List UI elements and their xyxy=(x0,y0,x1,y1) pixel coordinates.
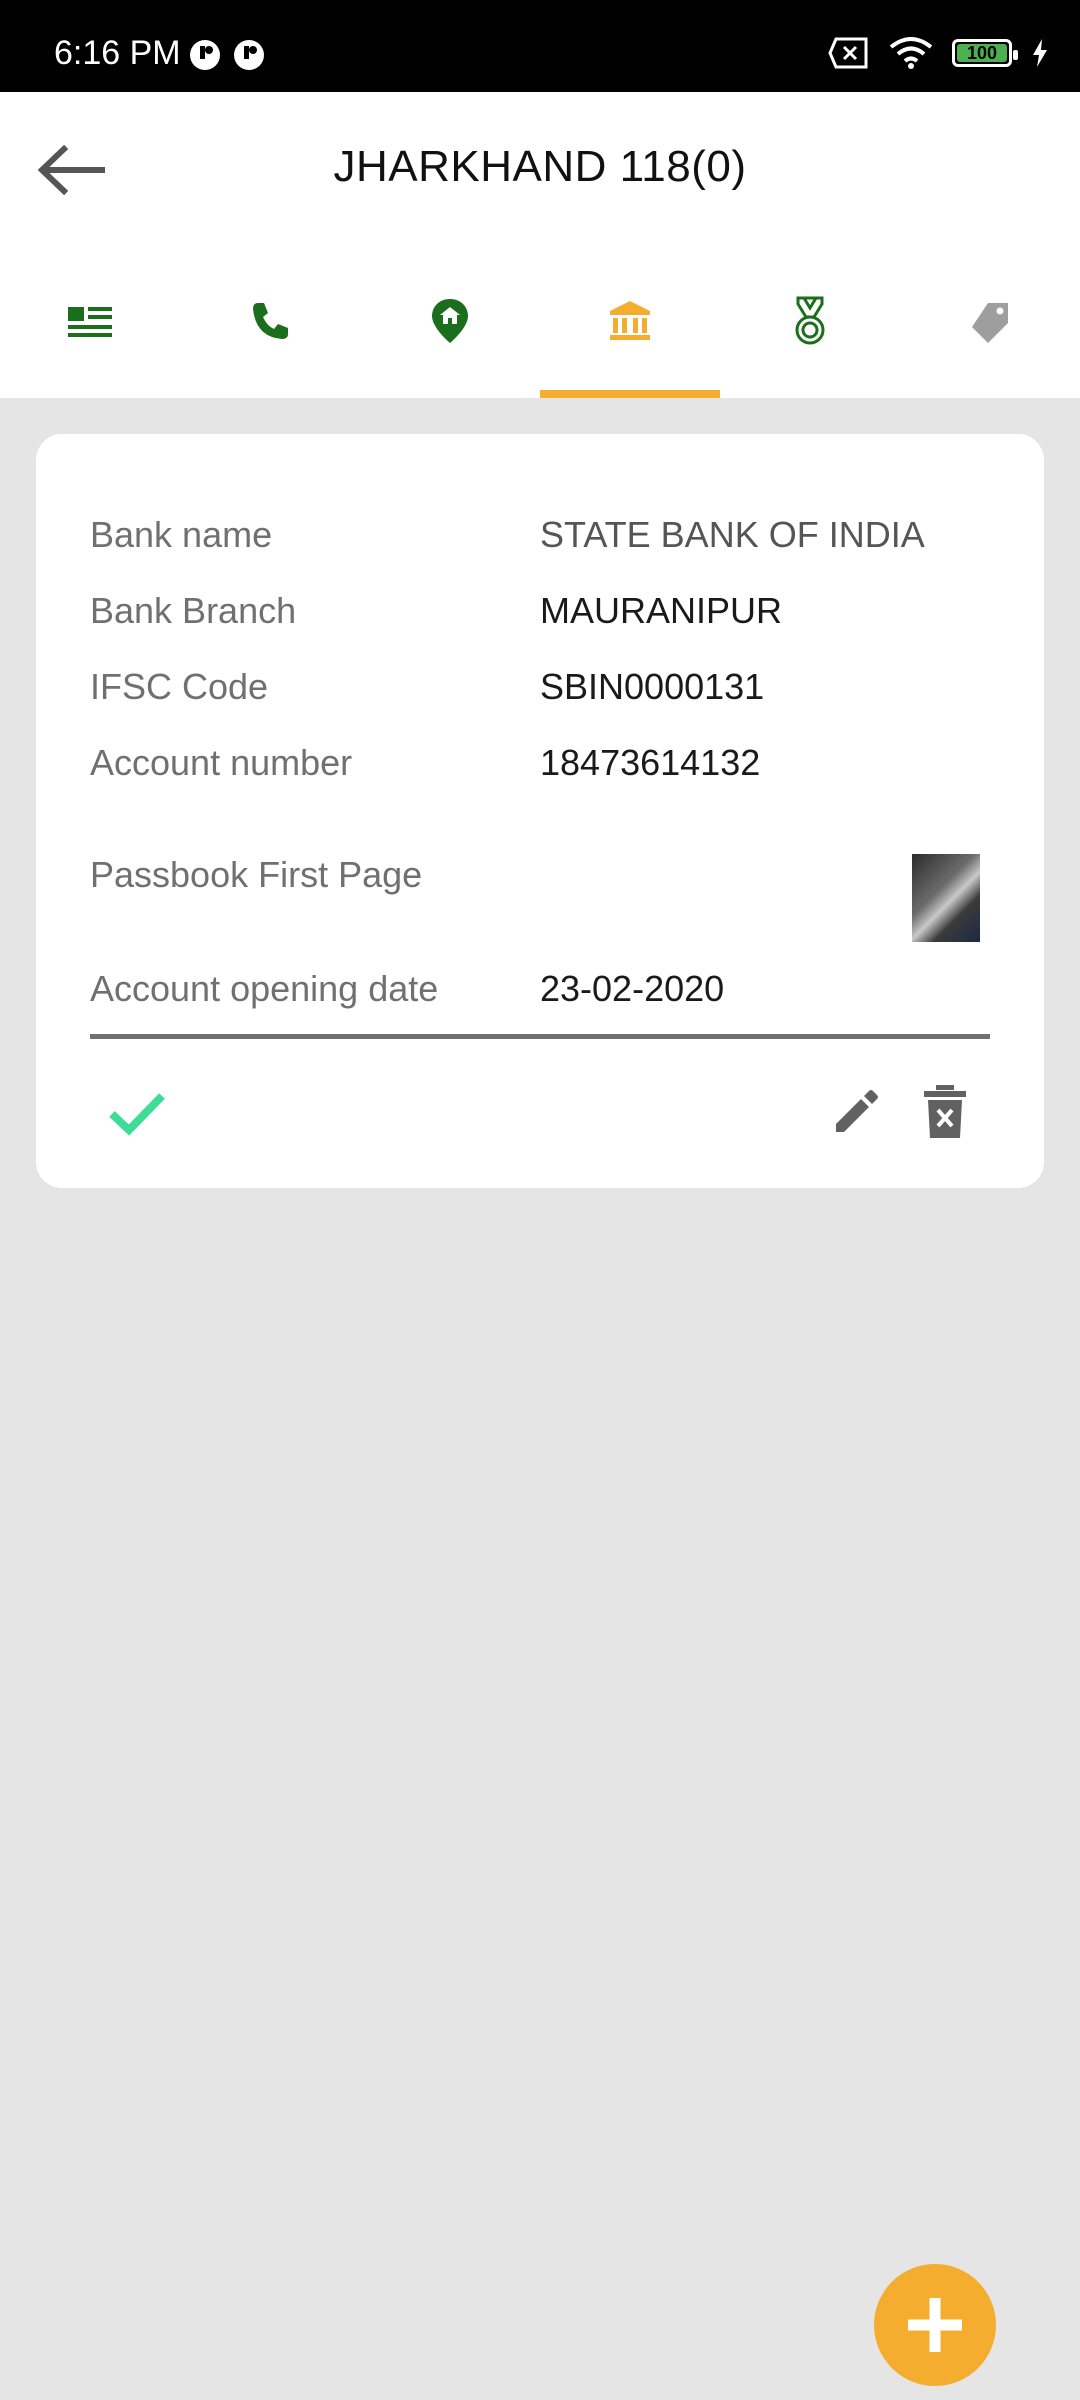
edit-icon[interactable] xyxy=(828,1084,884,1140)
page-title: JHARKHAND 118(0) xyxy=(333,142,747,191)
ifsc-label: IFSC Code xyxy=(90,666,269,707)
add-fab-button[interactable] xyxy=(874,2264,996,2386)
plus-icon xyxy=(908,2298,962,2352)
delete-icon[interactable] xyxy=(918,1082,972,1142)
status-right: 100 xyxy=(828,36,1050,70)
wifi-icon xyxy=(889,37,933,69)
battery-icon: 100 xyxy=(952,39,1018,67)
ifsc-row: IFSC Code SBIN0000131 xyxy=(90,662,990,712)
battery-level: 100 xyxy=(966,42,998,63)
tab-details[interactable] xyxy=(0,244,180,398)
check-icon[interactable] xyxy=(102,1078,172,1148)
home-location-icon xyxy=(432,299,468,343)
opening-date-value: 23-02-2020 xyxy=(540,968,725,1009)
notification-icon xyxy=(234,40,264,70)
bank-name-value: STATE BANK OF INDIA xyxy=(540,514,925,555)
account-number-row: Account number 18473614132 xyxy=(90,738,990,788)
divider xyxy=(90,1034,990,1039)
charging-icon xyxy=(1033,39,1047,67)
account-number-value: 18473614132 xyxy=(540,742,761,783)
no-sim-icon xyxy=(828,37,868,69)
tab-bank[interactable] xyxy=(540,244,720,398)
bank-branch-label: Bank Branch xyxy=(90,590,297,631)
tab-bar xyxy=(0,244,1080,398)
status-notifications xyxy=(188,38,266,72)
opening-date-label: Account opening date xyxy=(90,968,439,1009)
list-icon xyxy=(68,307,112,337)
tab-tags[interactable] xyxy=(900,244,1080,398)
bank-name-label: Bank name xyxy=(90,514,273,555)
ifsc-value: SBIN0000131 xyxy=(540,666,765,707)
opening-date-row: Account opening date 23-02-2020 xyxy=(90,964,990,1014)
notification-icon xyxy=(190,40,220,70)
account-number-label: Account number xyxy=(90,742,353,783)
passbook-thumbnail[interactable] xyxy=(912,854,980,942)
tab-contact[interactable] xyxy=(180,244,360,398)
passbook-row: Passbook First Page xyxy=(90,850,990,900)
status-time: 6:16 PM xyxy=(54,34,181,72)
bank-name-row: Bank name STATE BANK OF INDIA xyxy=(90,510,990,560)
bank-details-card: Bank name STATE BANK OF INDIA Bank Branc… xyxy=(36,434,1044,1188)
passbook-label: Passbook First Page xyxy=(90,854,423,895)
app-header: JHARKHAND 118(0) xyxy=(0,92,1080,244)
tab-address[interactable] xyxy=(360,244,540,398)
bank-icon xyxy=(610,301,650,340)
tag-icon xyxy=(972,303,1008,343)
tab-awards[interactable] xyxy=(720,244,900,398)
bank-branch-value: MAURANIPUR xyxy=(540,590,783,631)
status-bar: 6:16 PM 100 xyxy=(0,0,1080,92)
bank-branch-row: Bank Branch MAURANIPUR xyxy=(90,586,990,636)
phone-icon xyxy=(253,303,288,339)
medal-icon xyxy=(795,296,825,345)
